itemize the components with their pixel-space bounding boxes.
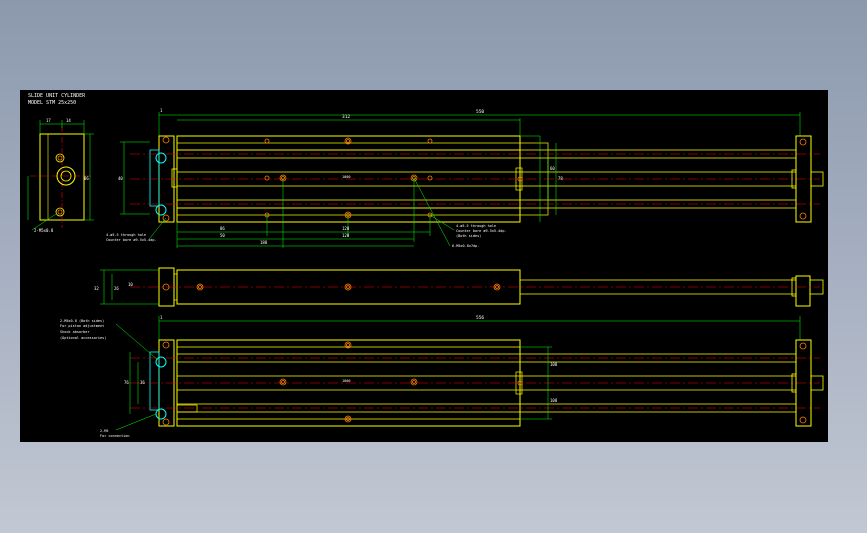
bottom-view: 1 556 1000 108 108 76 36 2-M5x0.8 (Both … bbox=[60, 315, 824, 438]
dim-120b: 120 bbox=[342, 233, 350, 238]
note-b3: (Both sides) bbox=[456, 234, 481, 238]
dim-h108a: 108 bbox=[550, 362, 558, 367]
dim-h76: 76 bbox=[124, 380, 129, 385]
top-view: 1 550 312 1000 40 78 60 86 120 50 120 18… bbox=[106, 108, 824, 248]
note-a1: 4-ø5.5 through hole bbox=[106, 233, 146, 237]
center-label-bottom: 1000 bbox=[342, 379, 350, 383]
note-b2: Counter bore ø9.5x5.4dp. bbox=[456, 229, 507, 233]
note-c: 6-M5x0.8x7dp. bbox=[452, 244, 479, 248]
dim-188: 188 bbox=[260, 240, 268, 245]
note-e1: 2-M5x0.8 (Both sides) bbox=[60, 319, 104, 323]
dim-120a: 120 bbox=[342, 226, 350, 231]
dim-86-sec: 86 bbox=[220, 226, 225, 231]
end-view: 17 14 86 2-M5x0.8 bbox=[27, 118, 94, 233]
dim-gap-top: 1 bbox=[160, 108, 163, 113]
note-e2: For piston adjustment bbox=[60, 324, 104, 328]
title-line-2: MODEL STM 25x250 bbox=[28, 100, 76, 106]
note-e3: Shock absorber bbox=[60, 330, 90, 334]
dim-86: 86 bbox=[84, 176, 89, 181]
dim-gap-bottom: 1 bbox=[160, 315, 163, 320]
center-label-top: 1000 bbox=[342, 175, 350, 179]
dim-h10: 10 bbox=[128, 282, 133, 287]
dim-h40: 40 bbox=[118, 176, 123, 181]
dim-h36: 36 bbox=[140, 380, 145, 385]
dim-17: 17 bbox=[46, 118, 51, 123]
dim-h108b: 108 bbox=[550, 398, 558, 403]
dim-h32: 32 bbox=[94, 286, 99, 291]
note-f2: For connection bbox=[100, 434, 130, 438]
dim-h60: 60 bbox=[550, 166, 555, 171]
title-line-1: SLIDE UNIT CYLINDER bbox=[28, 93, 86, 99]
cad-drawing: SLIDE UNIT CYLINDER MODEL STM 25x250 17 … bbox=[27, 93, 824, 438]
dim-body-length: 312 bbox=[342, 114, 350, 120]
dim-overall-bottom: 556 bbox=[476, 315, 484, 321]
dim-h78: 78 bbox=[558, 176, 563, 181]
note-a2: Counter bore ø9.5x5.4dp. bbox=[106, 238, 157, 242]
note-f1: 2-M5 bbox=[100, 429, 108, 433]
side-view: 32 26 10 bbox=[94, 267, 824, 307]
note-2m5: 2-M5x0.8 bbox=[34, 228, 54, 233]
dim-14: 14 bbox=[66, 118, 71, 123]
drawing-sheet: SLIDE UNIT CYLINDER MODEL STM 25x250 17 … bbox=[20, 90, 828, 442]
dim-overall-top: 550 bbox=[476, 109, 484, 115]
dim-50: 50 bbox=[220, 233, 225, 238]
note-b1: 4-ø5.5 through hole bbox=[456, 224, 496, 228]
note-e4: (Optional accessories) bbox=[60, 336, 106, 340]
dim-h26: 26 bbox=[114, 286, 119, 291]
